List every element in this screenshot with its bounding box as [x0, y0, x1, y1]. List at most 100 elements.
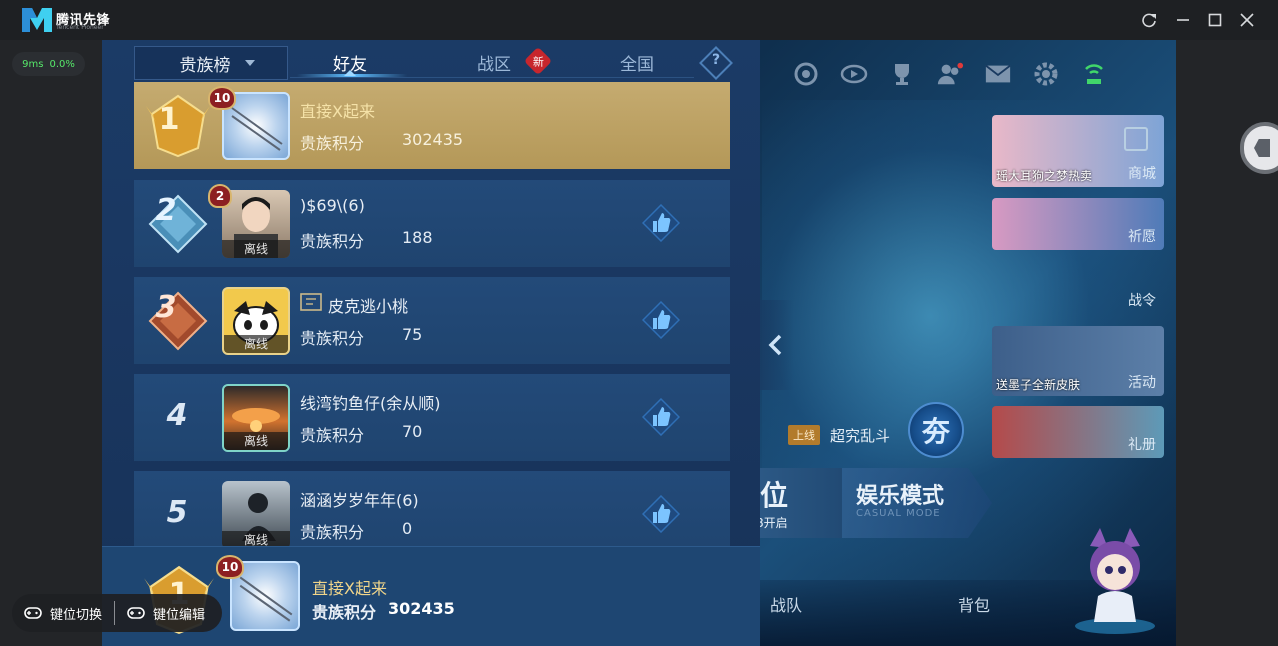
shop-card-mall[interactable]: 瑶大耳狗之梦热卖 商城 — [992, 115, 1164, 187]
title-bar: 腾讯先锋 Tencent Pioneer — [0, 0, 1278, 40]
help-icon: ? — [711, 52, 721, 69]
score-value: 75 — [402, 325, 423, 344]
rank-number: 3 — [155, 290, 177, 325]
gamepad-icon — [127, 607, 145, 619]
score-label: 贵族积分 — [300, 134, 365, 153]
close-icon[interactable] — [1235, 8, 1259, 32]
shop-card-gift[interactable]: 礼册 — [992, 406, 1164, 458]
thumbs-up-icon[interactable] — [642, 398, 680, 436]
tab-nationwide[interactable]: 全国 — [620, 50, 654, 75]
score-label: 贵族积分 — [300, 232, 365, 251]
chat-bubble-icon — [300, 293, 322, 311]
rank-number: 4 — [166, 398, 188, 433]
ranked-mode-button[interactable]: 位 8开启 — [752, 468, 842, 538]
keymap-switch-label: 键位切换 — [50, 607, 103, 623]
team-tab[interactable]: 战队 — [770, 592, 802, 616]
trophy-icon[interactable] — [888, 60, 916, 88]
leaderboard-row[interactable]: 4 离线 线湾钓鱼仔(余从顺) 贵族积分 70 — [134, 374, 730, 461]
score-value: 70 — [402, 422, 423, 441]
ranked-mode-title: 位 — [760, 479, 789, 512]
refresh-icon[interactable] — [1137, 8, 1161, 32]
casual-mode-title: 娱乐模式 — [856, 484, 945, 509]
shop-card-caption: 瑶大耳狗之梦热卖 — [996, 169, 1093, 183]
app-subtitle: Tencent Pioneer — [56, 24, 104, 31]
keymap-edit-button[interactable]: 键位编辑 — [115, 604, 217, 623]
lobby-top-icons — [792, 54, 1108, 94]
noble-level-badge: 2 — [208, 184, 232, 208]
shop-card-label: 礼册 — [1128, 437, 1156, 453]
chaos-mode-label: 超究乱斗 — [830, 426, 891, 445]
active-tab-caret — [344, 70, 356, 76]
avatar[interactable]: 离线 — [222, 287, 290, 355]
leaderboard-row[interactable]: 1 10 直接X起来 贵族积分 302435 — [134, 82, 730, 169]
replay-eye-icon[interactable] — [840, 60, 868, 88]
offline-label: 离线 — [224, 432, 288, 450]
leaderboard-row[interactable]: 5 离线 涵涵岁岁年年(6) 贵族积分 0 — [134, 471, 730, 558]
collapse-panel-button[interactable] — [760, 300, 794, 390]
leaderboard-tabs: 贵族榜 好友 战区 新 全国 ? — [102, 40, 760, 80]
avatar[interactable]: 离线 — [222, 190, 290, 258]
tab-war-zone[interactable]: 战区 — [477, 50, 511, 75]
leaderboard-row[interactable]: 2 离线 2 )$69\(6) 贵族积分 188 — [134, 180, 730, 267]
score-label: 贵族积分 — [300, 329, 365, 348]
mail-icon[interactable] — [984, 60, 1012, 88]
avatar[interactable]: 离线 — [222, 384, 290, 452]
chaos-mode-banner[interactable]: 上线 超究乱斗 — [788, 424, 890, 446]
keymap-controls: 键位切换 键位编辑 — [12, 594, 222, 632]
score-label: 贵族积分 — [300, 523, 365, 542]
score-value: 302435 — [388, 599, 455, 618]
ranked-mode-subtitle: 8开启 — [756, 516, 788, 530]
leaderboard-panel: 贵族榜 好友 战区 新 全国 ? 1 10 直接X起来 贵族积分 302435 … — [102, 40, 794, 646]
rank-number: 5 — [166, 495, 188, 530]
wifi-signal-icon — [1080, 60, 1108, 88]
chaos-mode-emblem[interactable]: 夯 — [908, 402, 964, 458]
shop-icon — [1124, 127, 1148, 151]
offline-label: 离线 — [224, 335, 288, 353]
shop-card-event[interactable]: 送墨子全新皮肤 活动 — [992, 326, 1164, 396]
player-name: 直接X起来 — [312, 579, 387, 598]
new-badge: 新 — [523, 46, 553, 76]
new-badge-text: 新 — [532, 55, 544, 68]
help-button[interactable]: ? — [699, 46, 733, 80]
new-online-tag: 上线 — [788, 425, 820, 445]
casual-mode-subtitle: CASUAL MODE — [856, 508, 941, 519]
noble-level-badge: 10 — [208, 86, 236, 110]
shop-card-wish[interactable]: 祈愿 — [992, 198, 1164, 250]
shop-card-label: 祈愿 — [1128, 229, 1156, 245]
packet-loss-value: 0.0% — [49, 58, 75, 70]
player-name: 线湾钓鱼仔(余从顺) — [300, 394, 441, 413]
mascot-character-icon[interactable] — [1070, 526, 1160, 636]
shop-card-label: 战令 — [1128, 293, 1156, 309]
score-label: 贵族积分 — [300, 426, 365, 445]
backpack-tab[interactable]: 背包 — [958, 592, 990, 616]
score-label: 贵族积分 — [312, 603, 377, 622]
thumbs-up-icon[interactable] — [642, 495, 680, 533]
avatar[interactable]: 离线 — [222, 481, 290, 549]
shop-card-caption: 送墨子全新皮肤 — [996, 378, 1081, 392]
keymap-switch-button[interactable]: 键位切换 — [12, 604, 114, 623]
player-name: 直接X起来 — [300, 102, 375, 121]
thumbs-up-icon[interactable] — [642, 204, 680, 242]
player-name: 涵涵岁岁年年(6) — [300, 491, 419, 510]
chevron-down-icon — [244, 60, 255, 66]
rank-number: 1 — [158, 102, 180, 137]
shop-card-pass[interactable]: 战令 — [992, 262, 1164, 314]
shop-card-label: 活动 — [1128, 375, 1156, 391]
app-logo-icon — [22, 8, 52, 32]
friends-icon[interactable] — [936, 60, 964, 88]
chevron-left-icon — [768, 334, 782, 356]
minimize-icon[interactable] — [1171, 8, 1195, 32]
settings-gear-icon[interactable] — [1032, 60, 1060, 88]
player-name: )$69\(6) — [300, 196, 365, 215]
target-icon[interactable] — [792, 60, 820, 88]
thumbs-up-icon[interactable] — [642, 301, 680, 339]
maximize-icon[interactable] — [1203, 8, 1227, 32]
ranking-type-dropdown[interactable]: 贵族榜 — [134, 46, 288, 80]
dropdown-label: 贵族榜 — [179, 55, 231, 76]
emulator-window: 腾讯先锋 Tencent Pioneer 9ms 0.0% 瑶大耳狗之梦热卖 商… — [0, 0, 1278, 646]
leaderboard-row[interactable]: 3 离线 皮克逃小桃 贵族积分 75 — [134, 277, 730, 364]
score-value: 302435 — [402, 130, 464, 149]
player-name: 皮克逃小桃 — [328, 297, 409, 316]
score-value: 0 — [402, 519, 413, 538]
tabs-divider — [290, 77, 694, 78]
